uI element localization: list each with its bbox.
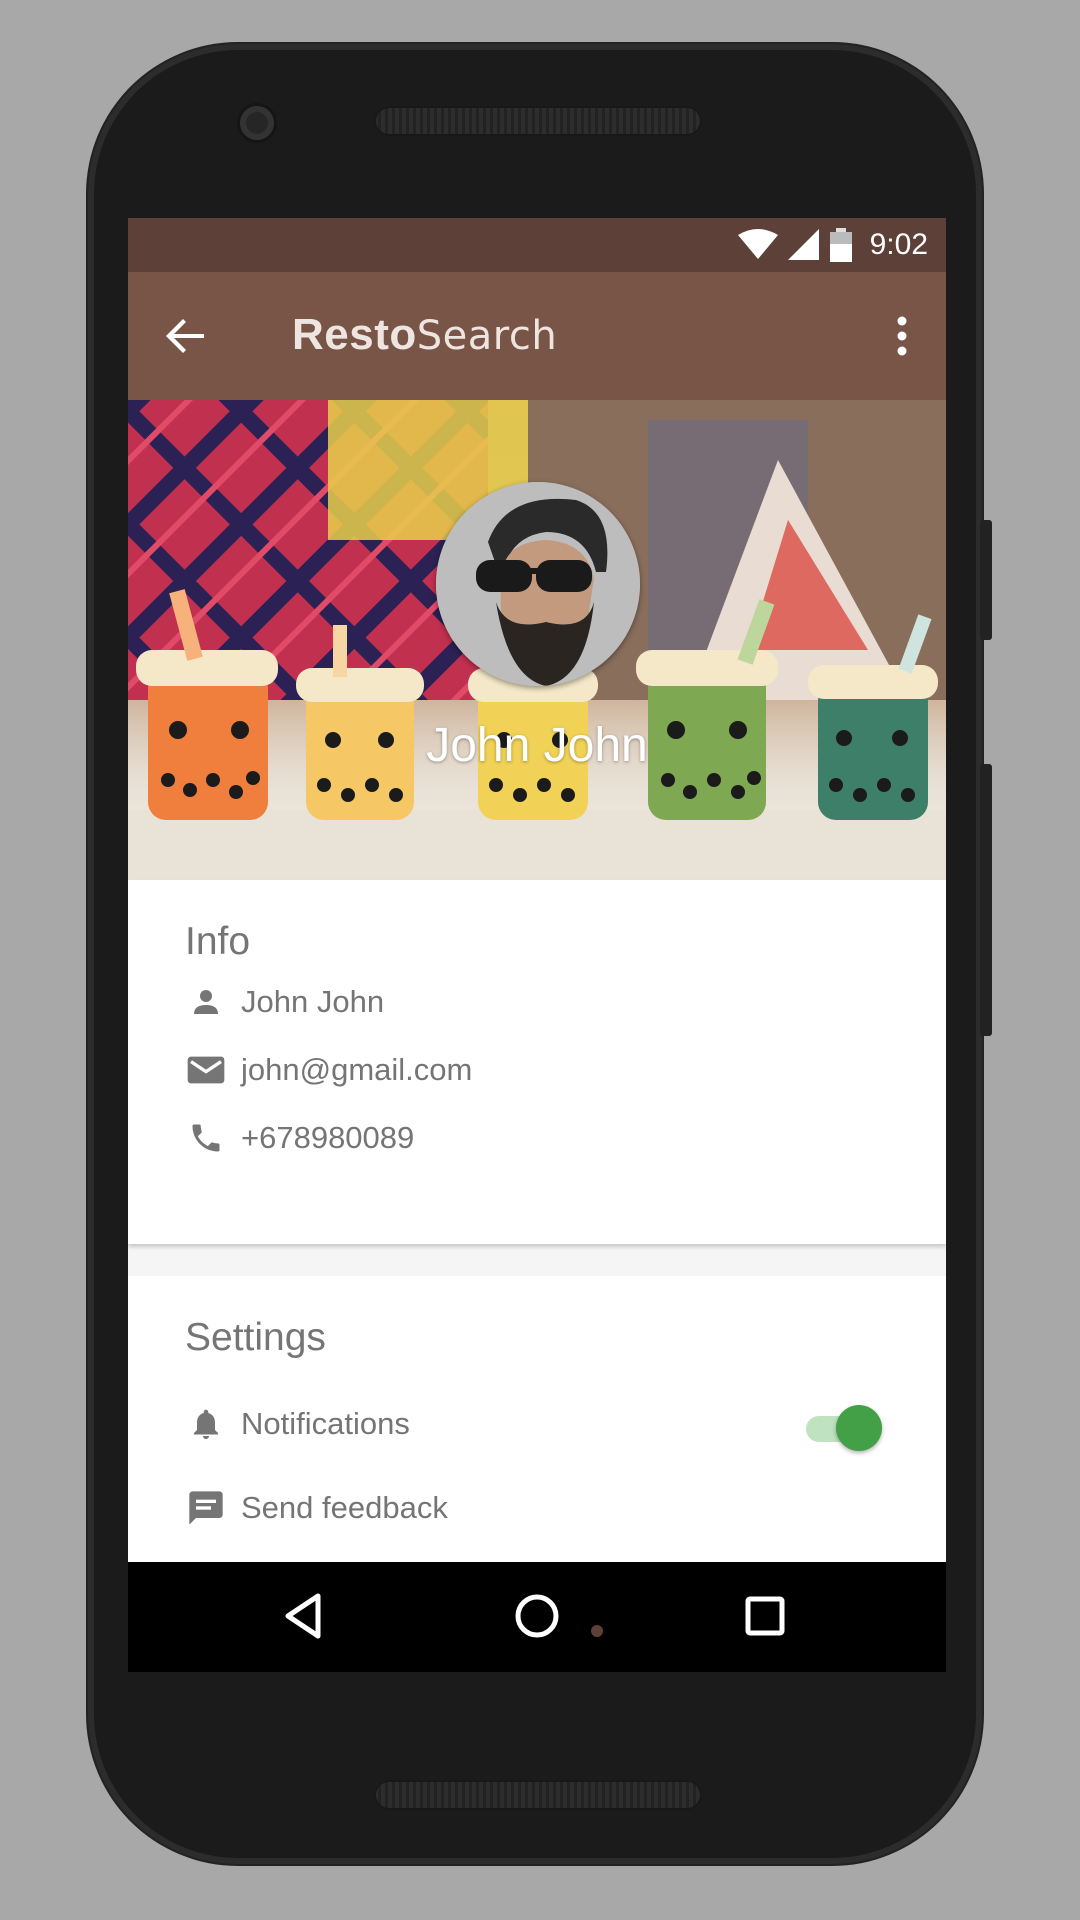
nav-back-icon[interactable] [274,1586,334,1646]
settings-title: Settings [185,1316,326,1359]
info-row-name: John John [185,978,384,1026]
send-feedback-label: Send feedback [241,1490,448,1525]
cell-signal-icon [787,229,819,260]
bottom-speaker [374,1780,702,1810]
info-row-email: john@gmail.com [185,1046,472,1094]
earpiece-speaker [374,106,702,136]
app-title: RestoSearch [292,310,557,360]
wifi-icon [737,229,778,259]
nav-home-icon[interactable] [507,1586,567,1646]
battery-icon [829,228,852,262]
screen: 9:02 RestoSearch John John Info John Joh… [128,218,946,1672]
volume-button [980,764,992,1036]
bell-icon [185,1403,227,1445]
info-name-text: John John [241,984,385,1019]
info-card: Info John John john@gmail.com +678980089 [128,880,946,1244]
phone-icon [185,1117,227,1159]
info-phone-text: +678980089 [241,1120,415,1155]
notifications-label: Notifications [241,1406,410,1441]
notifications-toggle[interactable] [806,1402,882,1451]
nav-recents-icon[interactable] [735,1586,795,1646]
settings-row-notifications[interactable]: Notifications [185,1400,410,1448]
more-vert-icon[interactable] [894,316,910,356]
avatar [436,482,640,686]
info-row-phone: +678980089 [185,1114,414,1162]
toggle-thumb [836,1405,882,1451]
info-title: Info [185,920,251,963]
avatar-image [436,482,640,686]
status-bar: 9:02 [128,218,946,272]
info-email-text: john@gmail.com [241,1052,473,1087]
app-title-bold: Resto [292,310,417,359]
status-time: 9:02 [869,228,928,261]
profile-header: John John [128,400,946,880]
status-dot [591,1625,603,1637]
arrow-back-icon[interactable] [164,314,208,358]
settings-row-feedback[interactable]: Send feedback [185,1484,448,1532]
app-bar: RestoSearch [128,272,946,400]
front-camera [240,106,274,140]
settings-card: Settings Notifications Send feedback [128,1276,946,1580]
power-button [980,520,992,640]
email-icon [185,1049,227,1091]
feedback-icon [185,1487,227,1529]
person-icon [185,981,227,1023]
system-nav-bar [128,1562,946,1672]
app-title-light: Search [416,313,558,359]
profile-name: John John [426,719,648,772]
